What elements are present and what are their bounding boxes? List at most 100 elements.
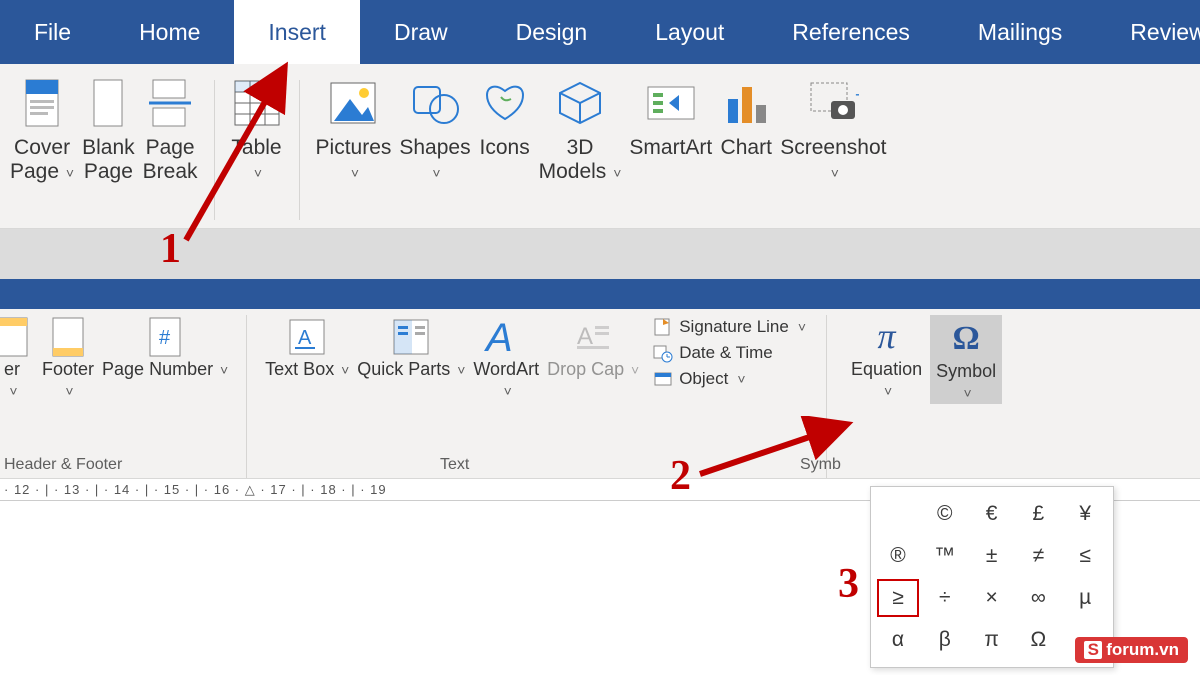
- group-label-header-footer: Header & Footer: [4, 456, 122, 474]
- page-number-button[interactable]: # Page Number ˅: [102, 315, 228, 380]
- smartart-button[interactable]: SmartArt: [629, 76, 712, 184]
- quick-parts-label: Quick Parts: [357, 359, 450, 379]
- symbol-cell[interactable]: π: [971, 621, 1013, 659]
- drop-cap-label: Drop Cap: [547, 359, 624, 379]
- 3d-models-icon: [554, 76, 606, 130]
- footer-icon: [46, 315, 90, 359]
- text-box-icon: A: [285, 315, 329, 359]
- object-button[interactable]: Object ˅: [653, 369, 806, 389]
- wordart-icon: A: [484, 315, 528, 359]
- tab-references[interactable]: References: [758, 0, 944, 64]
- symbol-cell[interactable]: ÷: [924, 579, 966, 617]
- symbol-cell[interactable]: ©: [924, 495, 966, 533]
- header-icon: [0, 315, 34, 359]
- tab-review[interactable]: Review: [1096, 0, 1200, 64]
- chevron-down-icon: ˅: [62, 165, 74, 181]
- symbol-cell[interactable]: ¥: [1064, 495, 1106, 533]
- date-time-icon: [653, 343, 673, 363]
- chart-label: Chart: [721, 136, 772, 160]
- ribbon-header-bar: [0, 279, 1200, 309]
- symbol-cell[interactable]: β: [924, 621, 966, 659]
- symbol-label: Symbol: [936, 361, 996, 381]
- object-icon: [653, 369, 673, 389]
- symbol-cell[interactable]: ≥: [877, 579, 919, 617]
- symbol-cell[interactable]: ±: [971, 537, 1013, 575]
- chart-button[interactable]: Chart: [720, 76, 772, 184]
- svg-text:A: A: [577, 323, 593, 350]
- symbol-cell[interactable]: £: [1017, 495, 1059, 533]
- symbol-button[interactable]: Ω Symbol˅: [930, 315, 1002, 404]
- pictures-button[interactable]: Pictures˅: [316, 76, 392, 184]
- symbol-cell[interactable]: α: [877, 621, 919, 659]
- symbol-cell[interactable]: €: [971, 495, 1013, 533]
- text-box-label: Text Box: [265, 359, 334, 379]
- smartart-label: SmartArt: [629, 136, 712, 160]
- tab-design[interactable]: Design: [482, 0, 622, 64]
- pictures-label: Pictures: [316, 136, 392, 159]
- annotation-number-3: 3: [838, 560, 859, 608]
- symbol-cell[interactable]: ™: [924, 537, 966, 575]
- symbol-cell[interactable]: [877, 495, 919, 533]
- date-time-button[interactable]: Date & Time: [653, 343, 806, 363]
- shapes-icon: [409, 76, 461, 130]
- 3d-models-label: 3D Models: [539, 136, 607, 183]
- chevron-down-icon: ˅: [432, 165, 440, 181]
- blank-page-button[interactable]: Blank Page: [82, 76, 135, 184]
- symbol-cell[interactable]: µ: [1064, 579, 1106, 617]
- watermark-badge: S forum.vn: [1075, 637, 1188, 663]
- symbol-cell[interactable]: ×: [971, 579, 1013, 617]
- chevron-down-icon: ˅: [798, 319, 806, 335]
- screenshot-button[interactable]: + Screenshot˅: [780, 76, 886, 184]
- symbol-cell[interactable]: ≤: [1064, 537, 1106, 575]
- chevron-down-icon: ˅: [609, 165, 621, 181]
- icons-button[interactable]: Icons: [479, 76, 531, 184]
- svg-text:#: #: [159, 327, 171, 349]
- signature-line-button[interactable]: Signature Line ˅: [653, 317, 806, 337]
- svg-text:+: +: [855, 85, 859, 105]
- header-button[interactable]: er˅: [0, 315, 34, 400]
- tab-home[interactable]: Home: [105, 0, 234, 64]
- chevron-down-icon: ˅: [831, 165, 839, 181]
- equation-label: Equation: [851, 359, 922, 379]
- drop-cap-button[interactable]: A Drop Cap ˅: [547, 315, 639, 380]
- annotation-number-2: 2: [670, 452, 691, 500]
- text-box-button[interactable]: A Text Box ˅: [265, 315, 349, 380]
- wordart-button[interactable]: A WordArt˅: [473, 315, 539, 400]
- annotation-arrow-2: [694, 416, 854, 482]
- symbol-cell[interactable]: ≠: [1017, 537, 1059, 575]
- symbol-cell[interactable]: ®: [877, 537, 919, 575]
- screenshot-icon: +: [807, 76, 859, 130]
- watermark-logo-icon: S: [1084, 641, 1102, 659]
- annotation-arrow-1: [172, 60, 302, 250]
- shapes-button[interactable]: Shapes˅: [399, 76, 470, 184]
- tab-draw[interactable]: Draw: [360, 0, 482, 64]
- cover-page-button[interactable]: Cover Page ˅: [10, 76, 74, 184]
- signature-line-icon: [653, 317, 673, 337]
- chevron-down-icon: ˅: [737, 371, 745, 387]
- 3d-models-button[interactable]: 3D Models ˅: [539, 76, 622, 184]
- symbol-cell[interactable]: ∞: [1017, 579, 1059, 617]
- equation-icon: π: [865, 315, 909, 359]
- pictures-icon: [327, 76, 379, 130]
- page-number-icon: #: [143, 315, 187, 359]
- object-label: Object: [679, 369, 728, 389]
- ribbon-insert-secondary: er˅ Footer˅ # Page Number ˅ A Text Box ˅…: [0, 309, 1200, 479]
- tab-file[interactable]: File: [0, 0, 105, 64]
- group-label-text: Text: [440, 456, 469, 474]
- svg-text:A: A: [298, 327, 312, 349]
- signature-line-label: Signature Line: [679, 317, 789, 337]
- annotation-number-1: 1: [160, 225, 181, 273]
- tab-layout[interactable]: Layout: [621, 0, 758, 64]
- quick-parts-button[interactable]: Quick Parts ˅: [357, 315, 465, 380]
- header-label: er: [4, 359, 20, 379]
- watermark-text: forum.vn: [1106, 640, 1179, 660]
- blank-page-label: Blank Page: [82, 136, 135, 184]
- cover-page-icon: [16, 76, 68, 130]
- tab-mailings[interactable]: Mailings: [944, 0, 1096, 64]
- tab-insert[interactable]: Insert: [234, 0, 360, 64]
- drop-cap-icon: A: [571, 315, 615, 359]
- footer-button[interactable]: Footer˅: [42, 315, 94, 400]
- date-time-label: Date & Time: [679, 343, 773, 363]
- equation-button[interactable]: π Equation˅: [851, 315, 922, 400]
- symbol-cell[interactable]: Ω: [1017, 621, 1059, 659]
